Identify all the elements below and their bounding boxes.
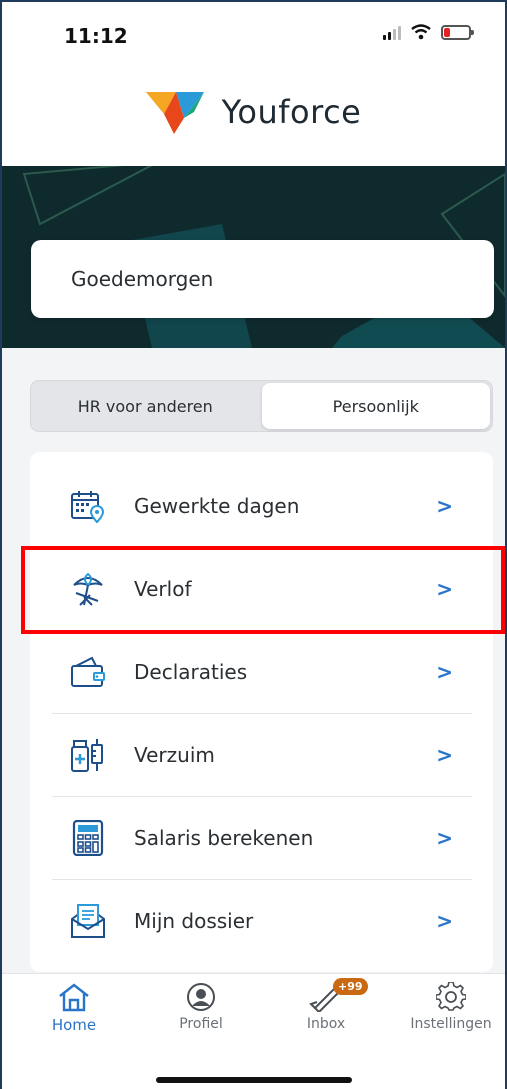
status-time: 11:12 xyxy=(64,24,128,48)
chevron-right-icon: > xyxy=(436,825,453,850)
status-bar: 11:12 xyxy=(0,0,507,70)
tab-inbox[interactable]: +99 Inbox xyxy=(271,978,381,1032)
menu-item-label: Declaraties xyxy=(134,659,248,684)
tab-label: Profiel xyxy=(179,1016,223,1032)
wifi-icon xyxy=(411,24,431,40)
document-envelope-icon xyxy=(70,903,106,939)
menu-item-label: Gewerkte dagen xyxy=(134,493,300,518)
tab-label: Instellingen xyxy=(410,1016,492,1032)
app-name: Youforce xyxy=(221,93,362,131)
menu-item-label: Mijn dossier xyxy=(134,908,254,933)
chevron-right-icon: > xyxy=(436,493,453,518)
wallet-icon xyxy=(70,654,106,690)
tab-label: Home xyxy=(51,1016,97,1034)
chevron-right-icon: > xyxy=(436,659,453,684)
home-indicator xyxy=(156,1077,352,1083)
menu-item-mijn-dossier[interactable]: Mijn dossier > xyxy=(30,879,493,962)
menu-item-label: Verlof xyxy=(134,576,192,601)
calendar-location-icon xyxy=(70,488,106,524)
segment-persoonlijk[interactable]: Persoonlijk xyxy=(261,383,490,429)
menu-item-declaraties[interactable]: Declaraties > xyxy=(30,630,493,713)
bottom-tab-bar: Home Profiel +99 Inbox Instellingen xyxy=(2,973,505,1089)
tab-home[interactable]: Home xyxy=(19,982,129,1034)
tab-profiel[interactable]: Profiel xyxy=(146,982,256,1032)
signal-icon xyxy=(383,24,401,40)
chevron-right-icon: > xyxy=(436,576,453,601)
tab-label: Inbox xyxy=(306,1016,346,1032)
medicine-icon xyxy=(70,737,106,773)
menu-item-verlof[interactable]: Verlof > xyxy=(30,547,493,630)
home-icon xyxy=(59,983,89,1012)
menu-item-label: Verzuim xyxy=(134,742,215,767)
menu-item-verzuim[interactable]: Verzuim > xyxy=(30,713,493,796)
app-logo: Youforce xyxy=(0,88,507,136)
menu-item-label: Salaris berekenen xyxy=(134,825,314,850)
gear-icon xyxy=(436,982,466,1011)
segment-hr-voor-anderen[interactable]: HR voor anderen xyxy=(31,381,260,431)
beach-umbrella-icon xyxy=(70,571,106,607)
greeting-text: Goedemorgen xyxy=(71,267,214,291)
tab-instellingen[interactable]: Instellingen xyxy=(396,982,506,1032)
profile-icon xyxy=(187,983,215,1011)
battery-icon xyxy=(441,24,474,40)
chevron-right-icon: > xyxy=(436,742,453,767)
inbox-badge: +99 xyxy=(333,978,368,995)
menu-list: Gewerkte dagen > Verlof > Declaraties > … xyxy=(30,452,493,972)
calculator-icon xyxy=(70,819,106,856)
chevron-right-icon: > xyxy=(436,908,453,933)
status-icons xyxy=(383,24,474,40)
youforce-logo-icon xyxy=(145,92,204,134)
menu-item-gewerkte-dagen[interactable]: Gewerkte dagen > xyxy=(30,464,493,547)
menu-item-salaris-berekenen[interactable]: Salaris berekenen > xyxy=(30,796,493,879)
segmented-control: HR voor anderen Persoonlijk xyxy=(30,380,493,432)
greeting-card: Goedemorgen xyxy=(31,240,494,318)
